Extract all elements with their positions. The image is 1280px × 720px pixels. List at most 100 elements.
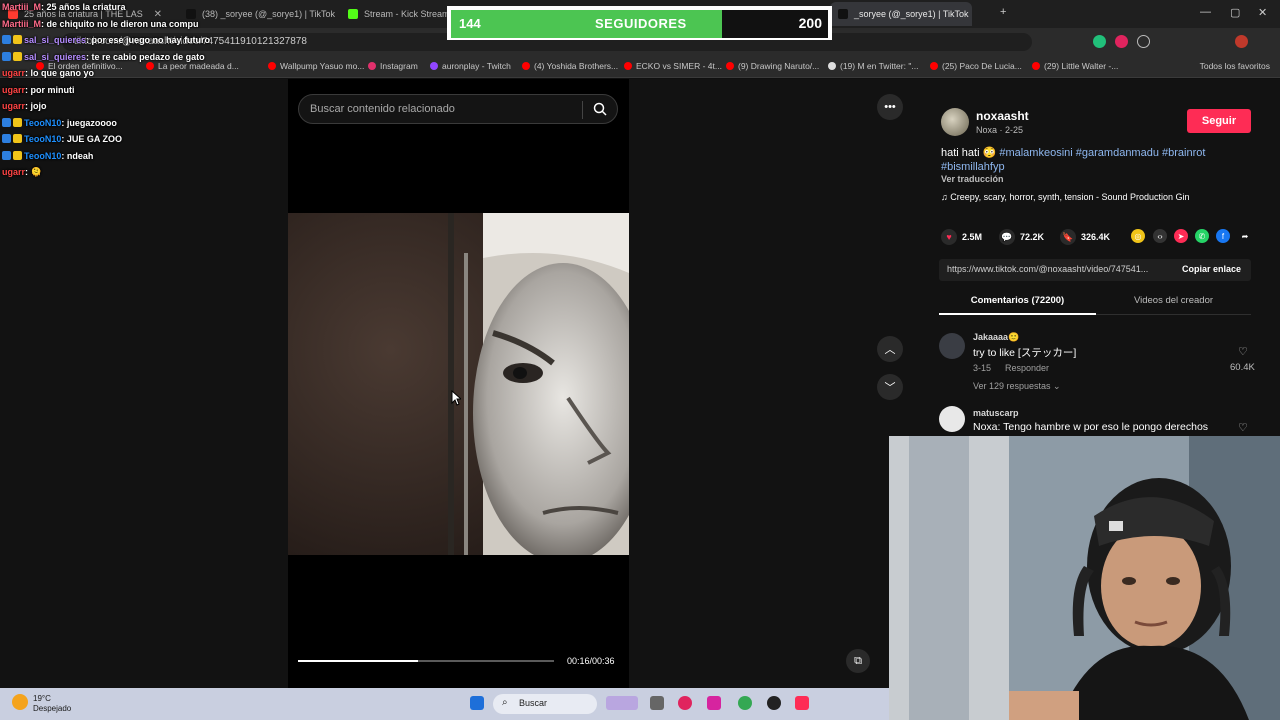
extension-icon[interactable] [1093, 35, 1106, 48]
obs-icon[interactable] [767, 696, 781, 710]
hashtag-link[interactable]: #garamdanmadu [1076, 147, 1159, 159]
maximize-icon[interactable]: ▢ [1230, 6, 1240, 19]
embed-icon[interactable]: ‹› [1153, 229, 1167, 243]
avatar[interactable] [939, 406, 965, 432]
screen: 25 años la criatura | THE LAS ✕ (38) _sory… [0, 0, 1280, 720]
creator-name[interactable]: noxaasht [976, 109, 1029, 123]
bookmark-item[interactable]: (29) Little Walter -... [1032, 61, 1118, 71]
save-button[interactable]: 🔖 326.4K [1060, 229, 1110, 245]
tab-title: _soryee (@_sorye1) | TikTok [854, 9, 969, 19]
bookmark-item[interactable]: La peor madeada d... [146, 61, 239, 71]
bookmark-favicon-icon [828, 62, 836, 70]
mini-player-icon[interactable]: ⧉ [846, 649, 870, 673]
chevron-down-icon[interactable]: ﹀ [877, 374, 903, 400]
share-arrow-icon[interactable]: ➦ [1238, 229, 1252, 243]
reply-button[interactable]: Responder [1005, 363, 1049, 373]
tiktok-icon[interactable] [795, 696, 809, 710]
bookmark-label: ECKO vs SIMER - 4t... [636, 61, 722, 71]
send-icon[interactable]: ➤ [1174, 229, 1188, 243]
bookmark-favicon-icon [146, 62, 154, 70]
close-window-icon[interactable]: ✕ [1258, 6, 1267, 19]
chat-badge-icon [13, 134, 22, 143]
bookmark-favicon-icon [930, 62, 938, 70]
chat-message: TeooN10: ndeah [2, 150, 93, 161]
view-replies-link[interactable]: Ver 129 respuestas ⌄ [973, 381, 1061, 392]
widget-icon[interactable] [606, 696, 638, 710]
chevron-up-icon[interactable]: ︿ [877, 336, 903, 362]
bookmark-item[interactable]: Instagram [368, 61, 418, 71]
bookmark-item[interactable]: ECKO vs SIMER - 4t... [624, 61, 722, 71]
weather-icon[interactable] [12, 694, 28, 710]
avatar[interactable] [941, 108, 969, 136]
chat-text: : juegazoooo [61, 117, 117, 128]
copy-link-button[interactable]: Copiar enlace [1182, 264, 1241, 274]
chat-text: : 25 años la criatura [41, 2, 126, 12]
extension-icon[interactable] [1115, 35, 1128, 48]
divider [582, 101, 583, 119]
comment-button[interactable]: 💬 72.2K [999, 229, 1044, 245]
tab-comments[interactable]: Comentarios (72200) [939, 295, 1096, 306]
bookmark-item[interactable]: (19) M en Twitter: "... [828, 61, 918, 71]
profile-avatar-icon[interactable] [1235, 35, 1248, 48]
avatar[interactable] [939, 333, 965, 359]
bookmark-favicon-icon [522, 62, 530, 70]
comment-heart-icon[interactable]: ♡ [1238, 421, 1248, 434]
coin-share-icon[interactable]: ◎ [1131, 229, 1145, 243]
hashtag-link[interactable]: #bismillahfyp [941, 161, 1005, 173]
comment-text: Noxa: Tengo hambre w por eso le pongo de… [973, 421, 1209, 433]
tab-creator-videos[interactable]: Videos del creador [1096, 295, 1251, 306]
bookmark-label: (25) Paco De Lucia... [942, 61, 1022, 71]
like-button[interactable]: ♥ 2.5M [941, 229, 982, 245]
chat-username: Martiii_M [2, 18, 42, 29]
video-frame[interactable] [288, 213, 629, 555]
app-icon[interactable] [678, 696, 692, 710]
bookmark-favicon-icon [1032, 62, 1040, 70]
see-translation-link[interactable]: Ver traducción [941, 174, 1004, 184]
progress-bar[interactable] [298, 660, 554, 662]
bookmark-item[interactable]: Wallpump Yasuo mo... [268, 61, 364, 71]
related-search-bar[interactable]: Buscar contenido relacionado [298, 94, 618, 124]
weather-condition[interactable]: Despejado [33, 704, 71, 713]
all-favorites-folder[interactable]: Todos los favoritos [1200, 61, 1270, 71]
browser-tab[interactable]: _soryee (@_sorye1) | TikTok✕ [830, 2, 972, 26]
whatsapp-icon[interactable]: ✆ [1195, 229, 1209, 243]
chat-username: TeooN10 [24, 150, 62, 161]
chrome-icon[interactable] [738, 696, 752, 710]
follower-goal-widget: 144 SEGUIDORES 200 [447, 6, 832, 40]
comment-user[interactable]: Jakaaaa🙂 [973, 332, 1019, 343]
bookmark-label: (9) Drawing Naruto/... [738, 61, 820, 71]
search-icon[interactable] [593, 102, 607, 116]
new-tab-icon[interactable]: + [1000, 6, 1006, 18]
follow-button[interactable]: Seguir [1187, 109, 1251, 133]
bookmark-item[interactable]: (25) Paco De Lucia... [930, 61, 1022, 71]
instagram-icon[interactable] [707, 696, 721, 710]
task-view-icon[interactable] [650, 696, 664, 710]
bookmark-item[interactable]: auronplay - Twitch [430, 61, 511, 71]
video-link[interactable]: https://www.tiktok.com/@noxaasht/video/7… [947, 264, 1169, 274]
chat-username: ugarr [2, 68, 26, 78]
goal-current: 144 [459, 16, 481, 31]
hashtag-link[interactable]: #malamkeosini [999, 147, 1072, 159]
taskbar-search[interactable]: ⌕ Buscar [493, 694, 597, 714]
comment-user[interactable]: matuscarp [973, 408, 1019, 418]
browser-tab[interactable]: (38) _soryee (@_sorye1) | TikTok✕ [178, 2, 336, 26]
bookmark-label: auronplay - Twitch [442, 61, 511, 71]
search-input[interactable]: Buscar contenido relacionado [310, 103, 455, 115]
bookmark-item[interactable]: (4) Yoshida Brothers... [522, 61, 618, 71]
facebook-icon[interactable]: f [1216, 229, 1230, 243]
bookmark-item[interactable]: (9) Drawing Naruto/... [726, 61, 819, 71]
hashtag-link[interactable]: #brainrot [1162, 147, 1205, 159]
weather-temp[interactable]: 19°C [33, 694, 51, 703]
chat-text: : JUE GA ZOO [61, 134, 123, 144]
minimize-icon[interactable]: — [1200, 6, 1211, 18]
chat-message: sal_si_quieres: te re cabio pedazo de ga… [2, 51, 205, 62]
comment-like-count: 60.4K [1230, 362, 1255, 373]
more-options-icon[interactable]: ••• [877, 94, 903, 120]
creator-subtitle: Noxa · 2-25 [976, 125, 1024, 135]
chat-message: ugarr: lo que gano yo [2, 68, 94, 78]
start-icon[interactable] [470, 696, 484, 710]
chat-badge-icon [2, 150, 11, 160]
comment-heart-icon[interactable]: ♡ [1238, 345, 1248, 358]
extensions-puzzle-icon[interactable] [1137, 35, 1150, 48]
music-link[interactable]: ♫ Creepy, scary, horror, synth, tension … [941, 192, 1190, 202]
